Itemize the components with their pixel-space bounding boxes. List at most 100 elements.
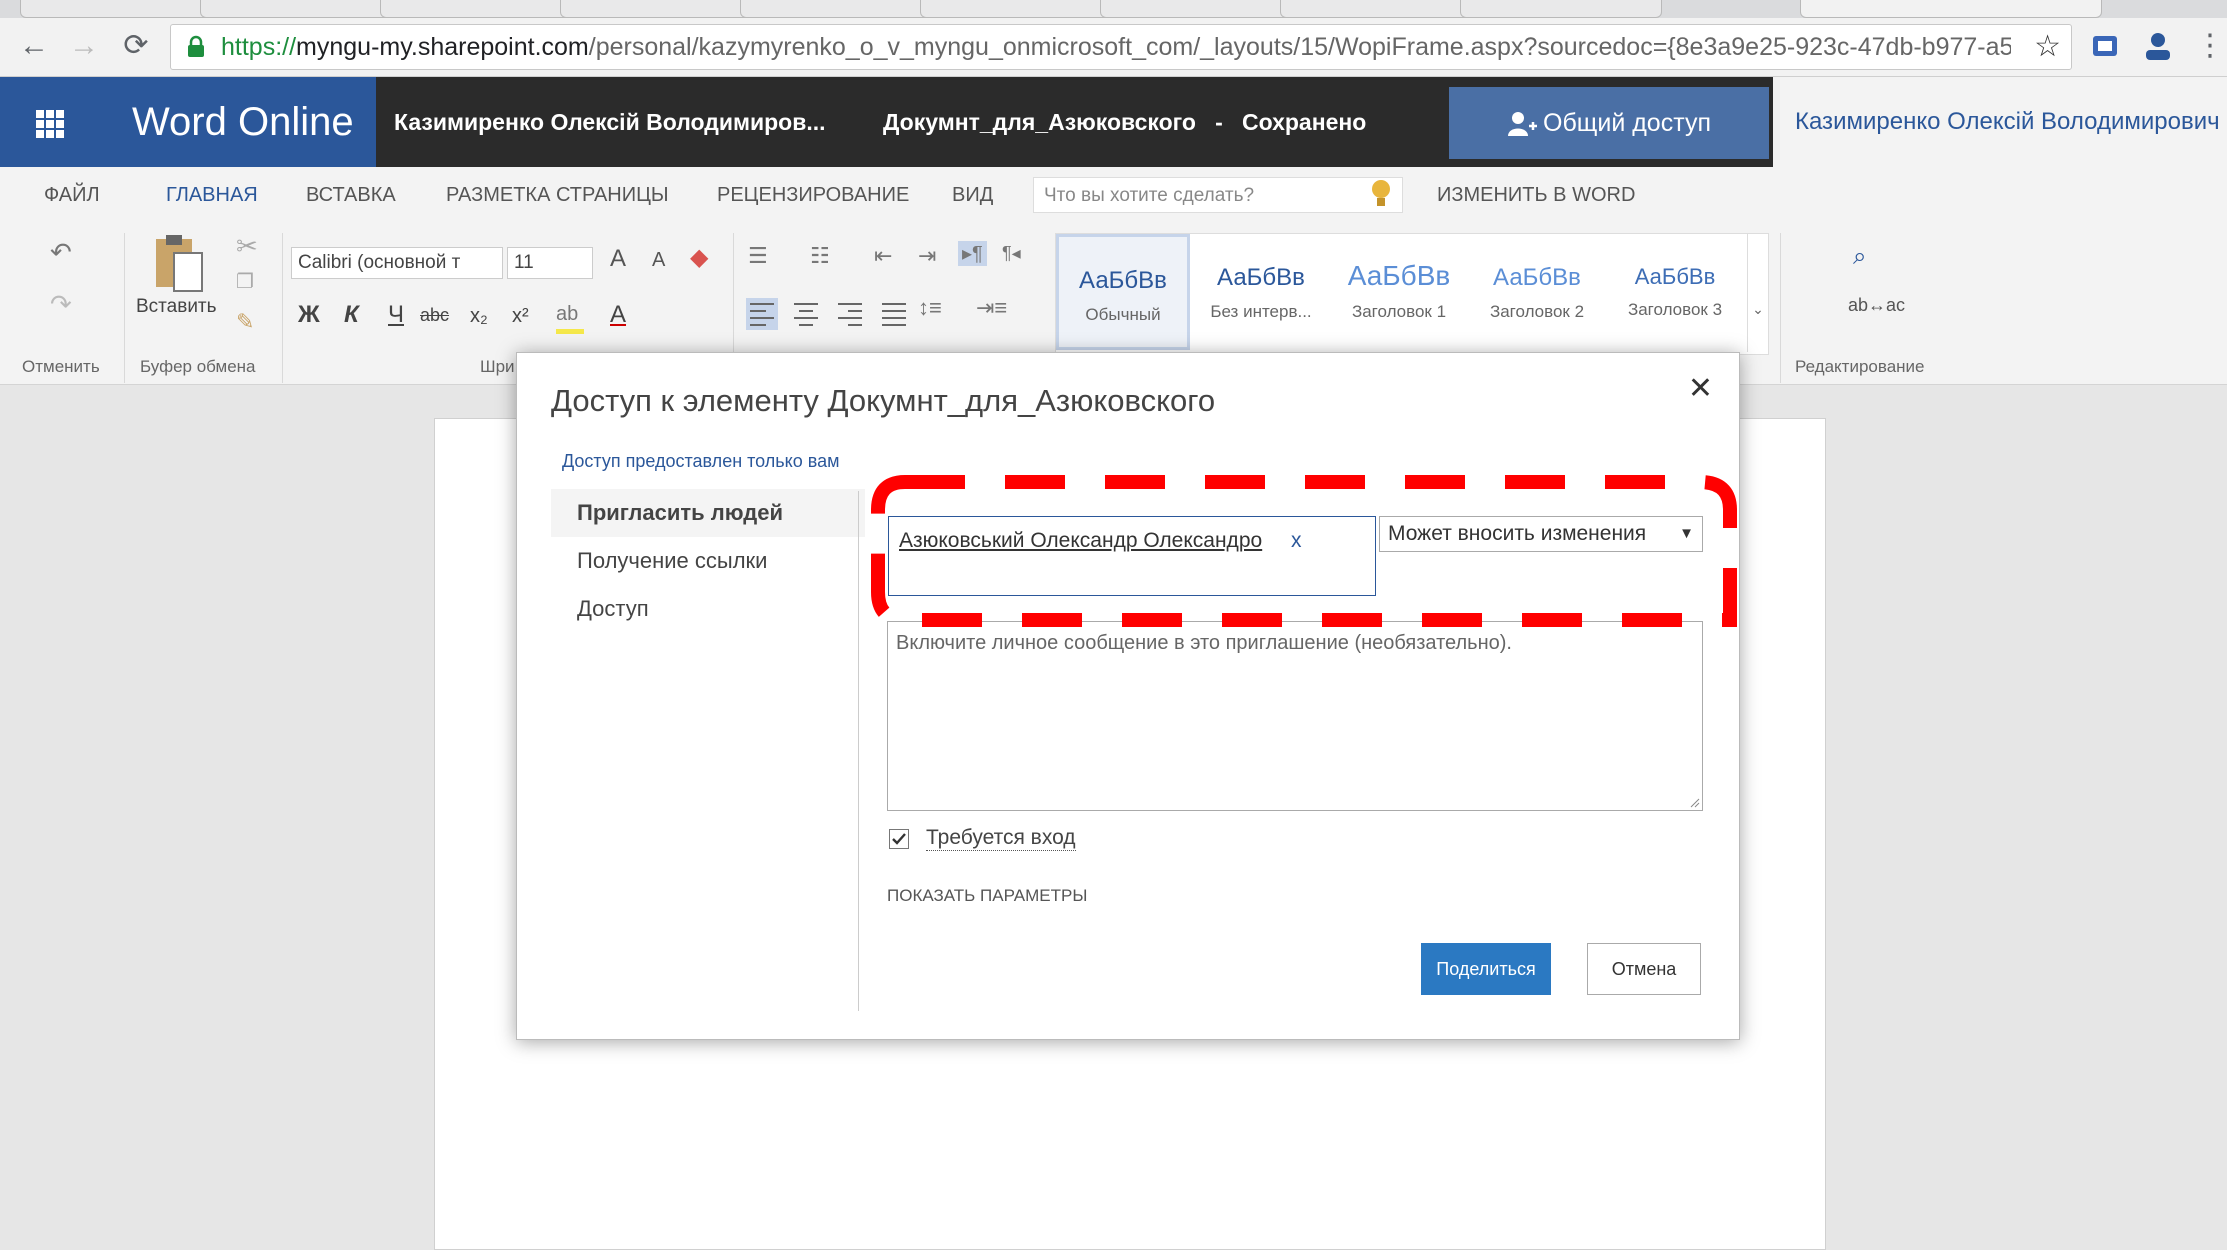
app-launcher-button[interactable] <box>0 77 98 167</box>
undo-icon[interactable]: ↶ <box>50 237 72 268</box>
browser-tab[interactable] <box>380 0 582 18</box>
bullets-icon[interactable]: ☰ <box>748 243 768 269</box>
people-picker-input[interactable]: Азюковський Олександр Олександро x <box>888 516 1376 596</box>
back-icon[interactable]: ← <box>14 26 54 66</box>
resize-handle-icon[interactable] <box>1688 796 1700 808</box>
font-name-select[interactable]: Calibri (основной т <box>291 247 503 279</box>
dialog-nav: Пригласить людей Получение ссылки Доступ <box>551 489 865 633</box>
find-icon[interactable]: ⌕ <box>1853 243 1866 271</box>
extension-icon[interactable] <box>2087 28 2123 64</box>
highlight-icon[interactable]: ab <box>556 303 578 326</box>
url-scheme: https:// <box>221 33 297 61</box>
edit-in-word-button[interactable]: ИЗМЕНИТЬ В WORD <box>1437 167 1635 223</box>
style-sample: АаБбВв <box>1634 264 1716 289</box>
close-icon[interactable]: ✕ <box>1688 371 1713 406</box>
menu-icon[interactable]: ⋮ <box>2190 26 2227 66</box>
invited-person[interactable]: Азюковський Олександр Олександро <box>899 529 1262 553</box>
shrink-font-icon[interactable]: A <box>652 249 665 272</box>
star-icon[interactable]: ☆ <box>2034 29 2061 64</box>
nav-access[interactable]: Доступ <box>551 585 865 633</box>
browser-tab[interactable] <box>1280 0 1482 18</box>
superscript-button[interactable]: x² <box>512 305 529 328</box>
account-name[interactable]: Казимиренко Олексій Володимирович <box>1773 77 2227 167</box>
tab-review[interactable]: РЕЦЕНЗИРОВАНИЕ <box>717 167 909 223</box>
show-options-link[interactable]: ПОКАЗАТЬ ПАРАМЕТРЫ <box>887 886 1087 906</box>
browser-tab[interactable] <box>560 0 762 18</box>
tab-view[interactable]: ВИД <box>952 167 993 223</box>
document-title[interactable]: Докумнт_для_Азюковского - Сохранено <box>883 77 1366 167</box>
paste-label[interactable]: Вставить <box>136 296 217 318</box>
url-path: /personal/kazymyrenko_o_v_myngu_onmicros… <box>588 33 2011 61</box>
forward-icon[interactable]: → <box>64 26 104 66</box>
require-signin-checkbox[interactable] <box>889 829 909 849</box>
underline-button[interactable]: Ч <box>388 301 404 329</box>
browser-tab[interactable] <box>1460 0 1662 18</box>
italic-button[interactable]: К <box>344 301 359 329</box>
profile-icon[interactable] <box>2140 28 2176 64</box>
style-normal[interactable]: АаБбВв Обычный <box>1056 234 1190 350</box>
style-name: Заголовок 2 <box>1489 302 1585 321</box>
clear-format-icon[interactable]: ◆ <box>690 243 708 272</box>
cancel-button[interactable]: Отмена <box>1587 943 1701 995</box>
document-name[interactable]: Докумнт_для_Азюковского <box>883 109 1196 135</box>
tell-me-search[interactable]: Что вы хотите сделать? <box>1033 177 1403 213</box>
align-right-icon[interactable] <box>834 298 866 330</box>
require-signin-label[interactable]: Требуется вход <box>926 826 1076 851</box>
copy-icon[interactable]: ❐ <box>236 269 254 294</box>
address-bar[interactable]: https://myngu-my.sharepoint.com/personal… <box>170 24 2072 70</box>
decrease-indent-icon[interactable]: ⇤ <box>874 243 892 269</box>
tab-file[interactable]: ФАЙЛ <box>44 167 100 223</box>
browser-tab[interactable] <box>740 0 942 18</box>
dropdown-arrow-icon: ▼ <box>1679 525 1694 542</box>
ltr-icon[interactable]: ▸¶ <box>958 241 987 266</box>
sharing-status[interactable]: Доступ предоставлен только вам <box>562 451 840 472</box>
increase-indent-icon[interactable]: ⇥ <box>918 243 936 269</box>
remove-person-button[interactable]: x <box>1291 529 1302 553</box>
style-heading-3[interactable]: АаБбВв Заголовок 3 <box>1608 234 1742 350</box>
redo-icon[interactable]: ↷ <box>50 289 72 320</box>
paragraph-indent-icon[interactable]: ⇥≡ <box>976 295 1007 321</box>
line-spacing-icon[interactable]: ↕≡ <box>918 295 942 321</box>
browser-tab-active[interactable] <box>1800 0 2102 18</box>
personal-message-textarea[interactable]: Включите личное сообщение в это приглаше… <box>887 621 1703 811</box>
add-person-icon <box>1508 112 1538 137</box>
share-header-button[interactable]: Общий доступ <box>1449 87 1769 159</box>
cut-icon[interactable]: ✂ <box>236 231 258 262</box>
rtl-icon[interactable]: ¶◂ <box>1002 243 1021 264</box>
lightbulb-icon <box>1372 180 1390 206</box>
nav-invite-people[interactable]: Пригласить людей <box>551 489 865 537</box>
reload-icon[interactable]: ⟳ <box>116 26 156 66</box>
align-left-icon[interactable] <box>746 298 778 330</box>
font-color-button[interactable]: A <box>610 301 626 329</box>
tab-home[interactable]: ГЛАВНАЯ <box>166 167 258 223</box>
font-size-select[interactable]: 11 <box>507 247 593 279</box>
bold-button[interactable]: Ж <box>298 301 320 329</box>
tab-insert[interactable]: ВСТАВКА <box>306 167 396 223</box>
style-sample: АаБбВв <box>1079 267 1167 294</box>
browser-tab[interactable] <box>1100 0 1302 18</box>
align-center-icon[interactable] <box>790 298 822 330</box>
strikethrough-button[interactable]: abc <box>420 305 449 326</box>
paste-icon[interactable] <box>152 231 206 295</box>
justify-icon[interactable] <box>878 298 910 330</box>
owner-name[interactable]: Казимиренко Олексій Володимиров... <box>394 77 826 167</box>
browser-tab[interactable] <box>200 0 402 18</box>
format-painter-icon[interactable]: ✎ <box>236 309 254 335</box>
style-no-spacing[interactable]: АаБбВв Без интерв... <box>1194 234 1328 350</box>
app-name[interactable]: Word Online <box>98 77 376 167</box>
styles-more-icon[interactable]: ⌄ <box>1747 234 1768 352</box>
style-name: Заголовок 1 <box>1351 302 1447 321</box>
styles-gallery: АаБбВв Обычный АаБбВв Без интерв... АаБб… <box>1055 233 1769 355</box>
replace-icon[interactable]: ab↔ac <box>1848 295 1905 316</box>
numbering-icon[interactable]: ☷ <box>810 243 830 269</box>
share-button[interactable]: Поделиться <box>1421 943 1551 995</box>
subscript-button[interactable]: x₂ <box>470 305 488 328</box>
style-heading-2[interactable]: АаБбВв Заголовок 2 <box>1470 234 1604 350</box>
permission-select[interactable]: Может вносить изменения ▼ <box>1379 516 1703 552</box>
grow-font-icon[interactable]: A <box>610 245 626 273</box>
browser-tab[interactable] <box>920 0 1122 18</box>
browser-tab[interactable] <box>20 0 222 18</box>
nav-get-link[interactable]: Получение ссылки <box>551 537 865 585</box>
tab-page-layout[interactable]: РАЗМЕТКА СТРАНИЦЫ <box>446 167 669 223</box>
style-heading-1[interactable]: АаБбВв Заголовок 1 <box>1332 234 1466 350</box>
